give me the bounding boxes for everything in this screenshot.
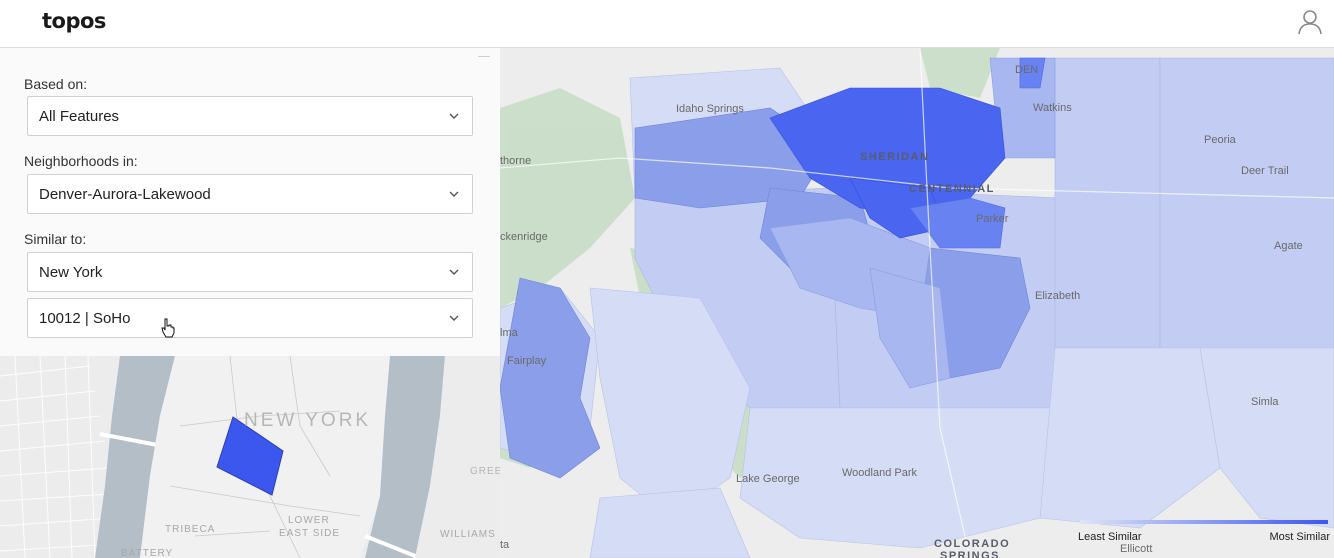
chevron-down-icon [449,191,459,197]
similar-to-label: Similar to: [24,231,87,247]
map-label-springs: SPRINGS [940,550,1000,558]
similar-city-value: New York [39,264,103,281]
legend-min-label: Least Similar [1078,531,1142,543]
mini-map-label-battery: BATTERY [121,548,173,558]
map-label-peoria: Peoria [1204,134,1237,146]
legend-max-label: Most Similar [1269,531,1330,543]
legend-gradient-bar [1080,520,1328,524]
similar-city-select[interactable]: New York [27,252,473,292]
map-label-agate: Agate [1274,240,1303,252]
user-icon[interactable] [1297,9,1323,35]
map-label-lake-george: Lake George [736,473,800,485]
similar-neighborhood-select[interactable]: 10012 | SoHo [27,298,473,338]
mini-map-label-new-york: NEW YORK [244,410,371,431]
chevron-down-icon [449,113,459,119]
mini-map-label-williams: WILLIAMS [440,529,496,540]
left-panel: Based on: All Features Neighborhoods in:… [0,48,500,558]
map-label-fairplay: Fairplay [507,355,547,367]
controls-panel: Based on: All Features Neighborhoods in:… [0,48,500,356]
collapse-handle[interactable] [478,56,490,57]
map-label-thorne: thorne [500,155,531,167]
neighborhoods-in-select[interactable]: Denver-Aurora-Lakewood [27,174,473,214]
similar-neighborhood-value: 10012 | SoHo [39,310,131,327]
map-label-colorado: COLORADO [934,538,1010,550]
app-header: topos [0,0,1334,48]
map-label-simla: Simla [1251,396,1279,408]
neighborhoods-in-value: Denver-Aurora-Lakewood [39,186,211,203]
map-label-lma: lma [500,327,519,339]
map-label-denver: DEN [1015,64,1038,76]
mini-map-label-green: GREEN [470,466,500,477]
map-label-centennial: CENTENNIAL [909,183,995,195]
chevron-down-icon [449,315,459,321]
similarity-map[interactable]: DEN Idaho Springs thorne Watkins SHERIDA… [500,48,1334,558]
map-label-woodland-park: Woodland Park [842,467,918,479]
map-label-sheridan: SHERIDAN [860,151,929,163]
pointer-cursor-icon [161,318,175,338]
based-on-select[interactable]: All Features [27,96,473,136]
map-label-idaho-springs: Idaho Springs [676,103,744,115]
map-label-parker: Parker [976,213,1009,225]
chevron-down-icon [449,269,459,275]
neighborhoods-in-label: Neighborhoods in: [24,153,138,169]
reference-neighborhood-map[interactable]: NEW YORK LOWER EAST SIDE TRIBECA BATTERY… [0,356,500,558]
map-label-ckenridge: ckenridge [500,231,548,243]
similarity-legend: Least Similar Most Similar [1078,518,1330,548]
map-label-watkins: Watkins [1033,102,1072,114]
mini-map-label-east-side: EAST SIDE [279,528,340,539]
map-label-ta: ta [500,539,510,551]
map-label-elizabeth: Elizabeth [1035,290,1080,302]
mini-map-label-tribeca: TRIBECA [165,524,215,535]
map-label-deer-trail: Deer Trail [1241,165,1289,177]
based-on-value: All Features [39,108,120,125]
based-on-label: Based on: [24,76,88,92]
topos-logo[interactable]: topos [42,9,106,33]
mini-map-label-lower: LOWER [288,515,330,526]
